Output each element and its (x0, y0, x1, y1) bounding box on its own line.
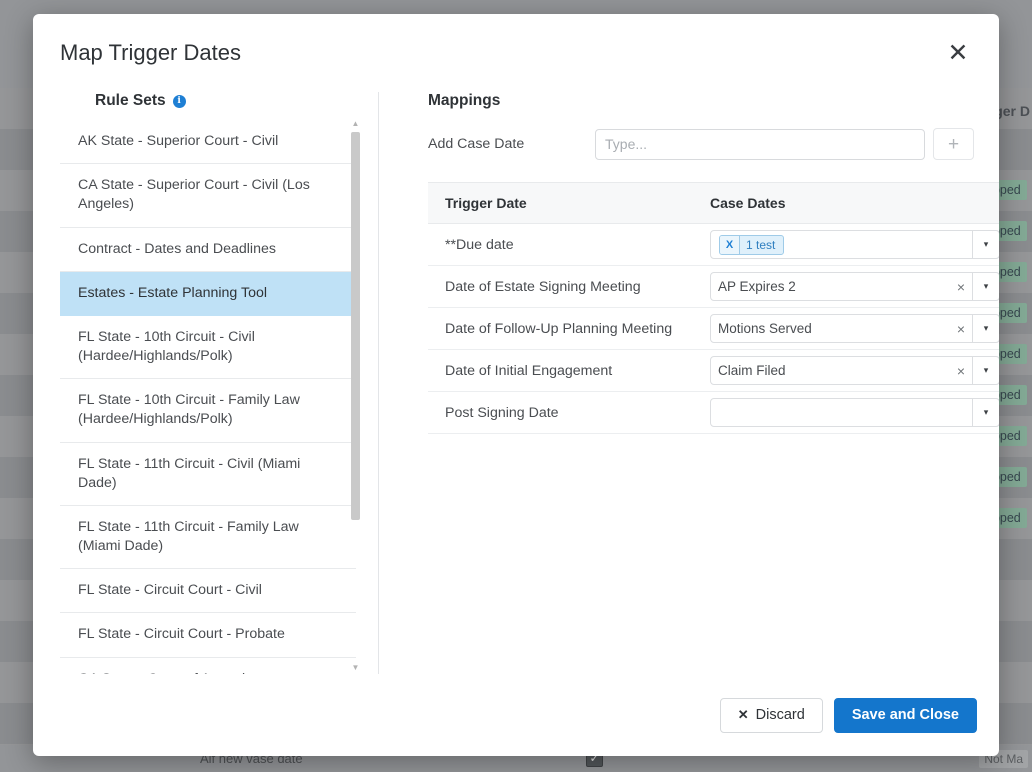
column-header-trigger-date: Trigger Date (428, 182, 710, 224)
table-header-row: Trigger Date Case Dates (428, 182, 999, 224)
remove-tag-icon[interactable]: X (720, 235, 740, 254)
case-dates-cell: ▾ (710, 391, 999, 434)
rule-sets-list: AK State - Superior Court - Civil CA Stat… (60, 120, 356, 674)
case-dates-cell: AP Expires 2 × ▾ (710, 265, 999, 308)
rule-set-item[interactable]: FL State - 11th Circuit - Family Law (Mi… (60, 506, 356, 570)
scroll-up-icon[interactable]: ▲ (350, 120, 361, 128)
close-icon: ✕ (737, 707, 749, 722)
trigger-date-cell: Post Signing Date (428, 391, 710, 434)
scroll-down-icon[interactable]: ▼ (350, 664, 361, 672)
rule-sets-heading: Rule Sets i (60, 92, 378, 120)
mappings-table-head: Trigger Date Case Dates (428, 182, 999, 224)
case-date-value: AP Expires 2 (718, 279, 796, 294)
case-dates-cell: Motions Served × ▾ (710, 307, 999, 350)
rule-set-item[interactable]: FL State - 10th Circuit - Civil (Hardee/… (60, 316, 356, 380)
page-title: Map Trigger Dates (60, 40, 241, 65)
chevron-down-icon[interactable]: ▾ (972, 231, 999, 258)
rule-set-item[interactable]: FL State - 10th Circuit - Family Law (Ha… (60, 379, 356, 443)
save-and-close-button[interactable]: Save and Close (833, 697, 977, 733)
table-row: Date of Estate Signing Meeting AP Expires… (428, 265, 999, 308)
case-dates-cell: Claim Filed × ▾ (710, 349, 999, 392)
case-date-tag: X 1 test (719, 234, 785, 255)
case-date-tag-container: X 1 test (718, 234, 972, 255)
trigger-date-cell: **Due date (428, 223, 710, 266)
scrollbar-thumb[interactable] (351, 132, 360, 520)
column-header-case-dates: Case Dates (710, 182, 999, 224)
chevron-down-icon[interactable]: ▾ (972, 357, 999, 384)
mappings-heading: Mappings (428, 92, 501, 109)
case-date-select[interactable]: Motions Served × ▾ (710, 314, 999, 343)
case-date-select[interactable]: ▾ (710, 398, 999, 427)
case-date-select[interactable]: X 1 test ▾ (710, 230, 999, 259)
trigger-date-cell: Date of Follow-Up Planning Meeting (428, 307, 710, 350)
table-row: Post Signing Date ▾ (428, 391, 999, 434)
dialog-footer: ✕ Discard Save and Close (33, 674, 999, 756)
rule-set-item[interactable]: Contract - Dates and Deadlines (60, 228, 356, 272)
discard-button[interactable]: ✕ Discard (719, 697, 823, 733)
rule-set-item[interactable]: AK State - Superior Court - Civil (60, 120, 356, 165)
rule-set-item[interactable]: FL State - Circuit Court - Probate (60, 613, 356, 658)
rule-set-item[interactable]: Estates - Estate Planning Tool (60, 271, 356, 316)
rule-set-item[interactable]: FL State - Circuit Court - Civil (60, 569, 356, 614)
clear-selection-icon[interactable]: × (950, 279, 972, 295)
table-row: Date of Initial Engagement Claim Filed × ▾ (428, 349, 999, 392)
add-case-date-input[interactable] (595, 128, 925, 160)
case-date-value: Motions Served (718, 321, 812, 336)
chevron-down-icon[interactable]: ▾ (972, 399, 999, 426)
mappings-table: Trigger Date Case Dates **Due date X 1 tes… (428, 182, 999, 434)
chevron-down-icon[interactable]: ▾ (972, 315, 999, 342)
mappings-table-body: **Due date X 1 test ▾ Date of Estate Signing… (428, 223, 999, 434)
add-case-date-button[interactable]: + (933, 128, 974, 160)
dialog-body: Rule Sets i AK State - Superior Court - … (33, 92, 999, 674)
map-trigger-dates-dialog: Map Trigger Dates ✕ Rule Sets i AK State… (33, 14, 999, 756)
trigger-date-cell: Date of Estate Signing Meeting (428, 265, 710, 308)
case-date-select[interactable]: Claim Filed × ▾ (710, 356, 999, 385)
table-row: **Due date X 1 test ▾ (428, 223, 999, 266)
rule-sets-scroll-area[interactable]: AK State - Superior Court - Civil CA Stat… (60, 120, 378, 674)
mappings-pane: Mappings Add Case Date + Trigger Date Ca… (379, 92, 999, 674)
case-dates-cell: X 1 test ▾ (710, 223, 999, 266)
close-icon[interactable]: ✕ (941, 36, 975, 70)
rule-sets-heading-label: Rule Sets (95, 92, 166, 109)
rule-set-item[interactable]: FL State - 11th Circuit - Civil (Miami D… (60, 443, 356, 506)
discard-button-label: Discard (755, 707, 805, 723)
dialog-header: Map Trigger Dates ✕ (33, 14, 999, 92)
case-date-select[interactable]: AP Expires 2 × ▾ (710, 272, 999, 301)
rule-set-item[interactable]: CA State - Superior Court - Civil (Los A… (60, 164, 356, 228)
info-icon[interactable]: i (172, 94, 186, 108)
case-date-value: Claim Filed (718, 363, 786, 378)
trigger-date-cell: Date of Initial Engagement (428, 349, 710, 392)
table-row: Date of Follow-Up Planning Meeting Motion… (428, 307, 999, 350)
background-column-header-text: ger D (994, 103, 1030, 119)
rule-sets-scrollbar[interactable]: ▲ ▼ (351, 120, 360, 674)
rule-set-item[interactable]: GA State - Court of Appeals (60, 658, 356, 674)
add-case-date-row: Add Case Date + (428, 128, 999, 160)
clear-selection-icon[interactable]: × (950, 321, 972, 337)
clear-selection-icon[interactable]: × (950, 363, 972, 379)
add-case-date-label: Add Case Date (428, 136, 525, 152)
case-date-tag-label: 1 test (746, 237, 776, 252)
rule-sets-pane: Rule Sets i AK State - Superior Court - … (33, 92, 379, 674)
chevron-down-icon[interactable]: ▾ (972, 273, 999, 300)
